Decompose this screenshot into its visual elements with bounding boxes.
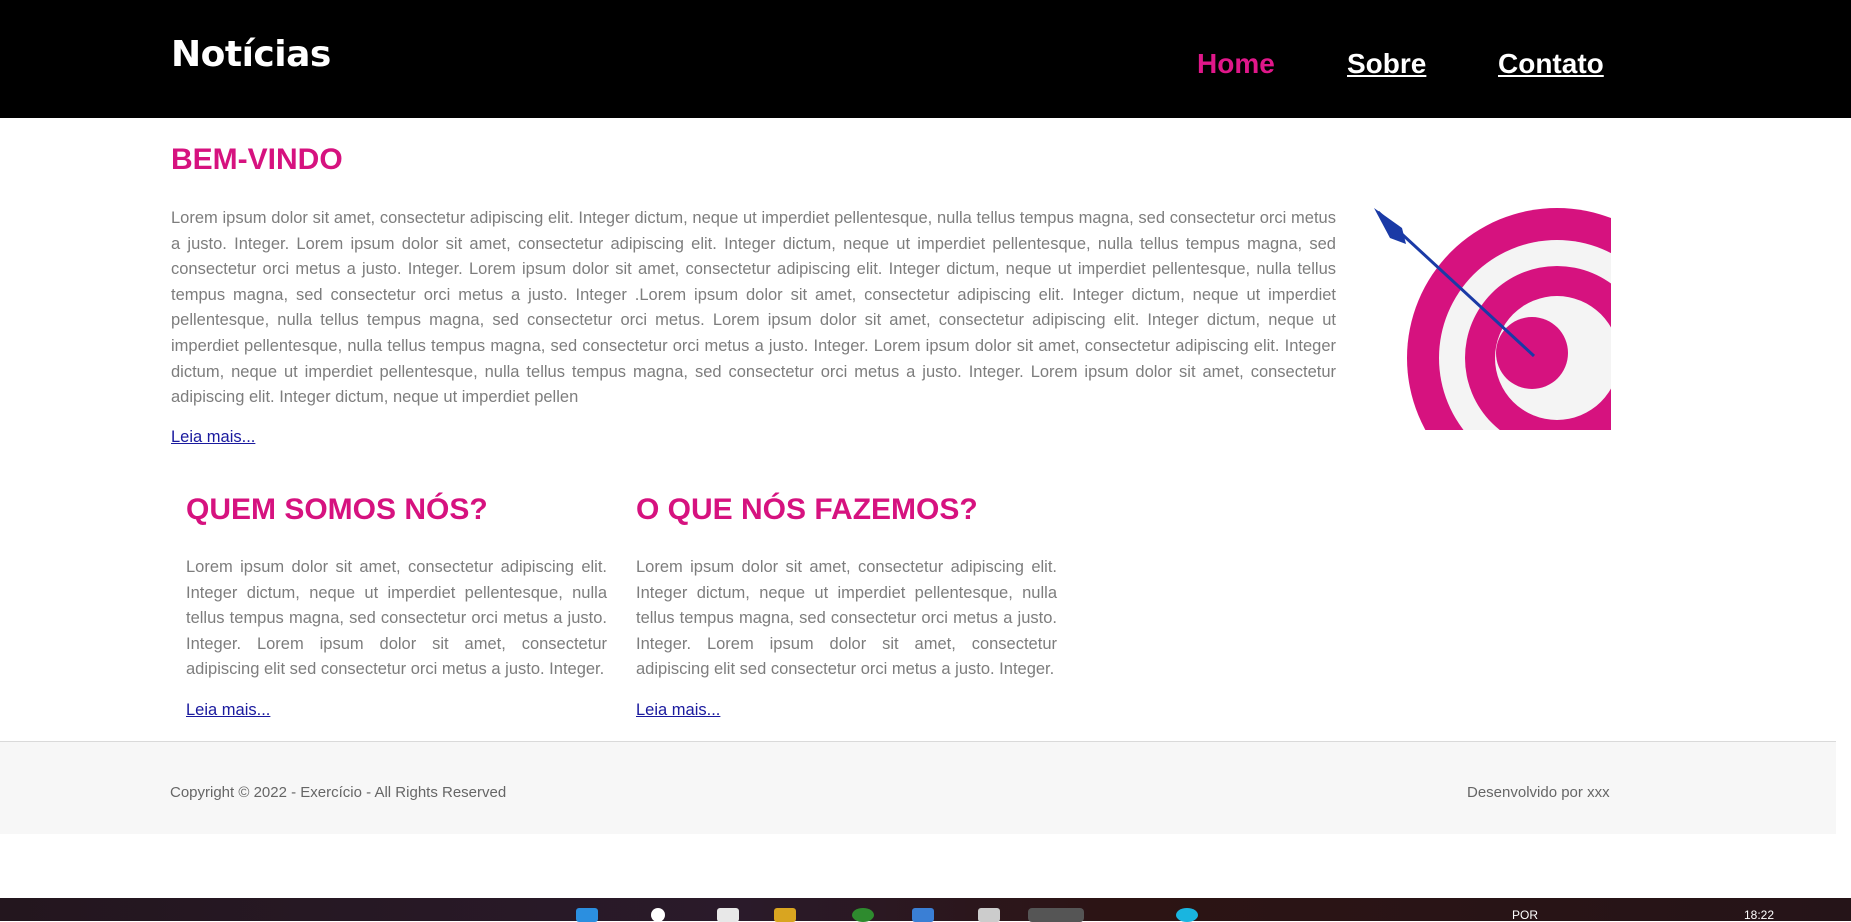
os-taskbar: POR 18:22: [0, 898, 1851, 922]
footer-copyright: Copyright © 2022 - Exercício - All Right…: [170, 784, 507, 801]
vscode-icon[interactable]: [1176, 908, 1198, 922]
section-title-services: O QUE NÓS FAZEMOS?: [636, 493, 978, 526]
site-footer: Copyright © 2022 - Exercício - All Right…: [0, 741, 1836, 834]
clock-time[interactable]: 18:22: [1744, 908, 1774, 922]
browser-icon[interactable]: [852, 908, 874, 922]
task-view-icon[interactable]: [717, 908, 739, 922]
keyboard-language[interactable]: POR: [1512, 908, 1538, 922]
section-text-about: Lorem ipsum dolor sit amet, consectetur …: [186, 558, 607, 679]
search-icon[interactable]: [651, 908, 665, 922]
welcome-read-more-link[interactable]: Leia mais...: [171, 428, 255, 447]
section-text-services: Lorem ipsum dolor sit amet, consectetur …: [636, 558, 1057, 679]
active-app-icon[interactable]: [1028, 908, 1084, 922]
start-icon[interactable]: [576, 908, 598, 922]
services-read-more-link[interactable]: Leia mais...: [636, 701, 720, 720]
site-header: Notícias Home Sobre Contato: [0, 0, 1851, 118]
notepad-icon[interactable]: [978, 908, 1000, 922]
site-brand[interactable]: Notícias: [171, 34, 331, 75]
welcome-title: BEM-VINDO: [171, 143, 343, 176]
about-read-more-link[interactable]: Leia mais...: [186, 701, 270, 720]
welcome-text: Lorem ipsum dolor sit amet, consectetur …: [171, 209, 1336, 407]
footer-credit: Desenvolvido por xxx: [1467, 784, 1610, 801]
file-explorer-icon[interactable]: [774, 908, 796, 922]
nav-sobre-link[interactable]: Sobre: [1347, 48, 1426, 80]
section-title-about: QUEM SOMOS NÓS?: [186, 493, 488, 526]
store-icon[interactable]: [912, 908, 934, 922]
nav-home-link[interactable]: Home: [1197, 48, 1275, 80]
nav-contato-link[interactable]: Contato: [1498, 48, 1604, 80]
target-arrow-icon: [1372, 208, 1611, 430]
